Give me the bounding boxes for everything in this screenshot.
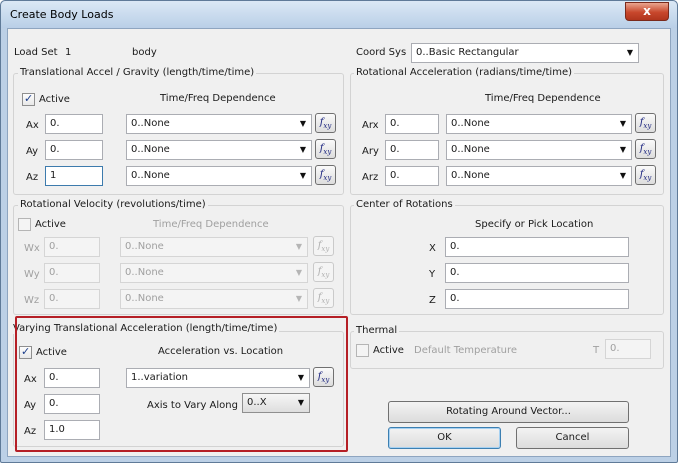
wz-label: Wz (24, 295, 40, 306)
center-z-input[interactable]: 0. (445, 289, 629, 309)
translational-dependence-header: Time/Freq Dependence (160, 93, 276, 104)
ok-button[interactable]: OK (388, 427, 501, 449)
ay-dependence-value: 0..None (131, 144, 170, 155)
translational-active-checkbox[interactable] (22, 92, 35, 106)
thermal-title: Thermal (354, 325, 400, 336)
coord-sys-value: 0..Basic Rectangular (416, 47, 519, 58)
center-of-rotations-title: Center of Rotations (354, 199, 455, 210)
rotational-accel-title: Rotational Acceleration (radians/time/ti… (354, 67, 574, 78)
wx-dependence-select[interactable]: 0..None ▼ (120, 237, 308, 257)
function-xy-icon[interactable]: fxy (635, 165, 656, 185)
ay-input[interactable]: 0. (45, 140, 103, 160)
coord-sys-select[interactable]: 0..Basic Rectangular ▼ (411, 43, 639, 63)
center-x-input[interactable]: 0. (445, 237, 629, 257)
center-y-input[interactable]: 0. (445, 263, 629, 283)
ax-input[interactable]: 0. (45, 114, 103, 134)
az-label: Az (26, 172, 39, 183)
arz-label: Arz (362, 172, 379, 183)
ary-dependence-select[interactable]: 0..None ▼ (446, 140, 632, 160)
wy-dependence-select[interactable]: 0..None ▼ (120, 263, 308, 283)
close-button[interactable]: x (625, 2, 669, 21)
wy-label: Wy (24, 269, 40, 280)
temperature-t-label: T (593, 345, 600, 356)
coord-sys-label: Coord Sys (356, 47, 407, 58)
temperature-input[interactable]: 0. (605, 339, 651, 359)
ary-dependence-value: 0..None (451, 144, 490, 155)
function-xy-icon[interactable]: fxy (315, 139, 336, 159)
ax-label: Ax (26, 120, 39, 131)
center-x-label: X (429, 243, 436, 254)
function-xy-icon[interactable]: fxy (315, 165, 336, 185)
chevron-down-icon: ▼ (299, 171, 306, 180)
arz-dependence-value: 0..None (451, 170, 490, 181)
az-dependence-value: 0..None (131, 170, 170, 181)
wz-input[interactable]: 0. (44, 289, 100, 309)
arx-label: Arx (362, 120, 379, 131)
cancel-button[interactable]: Cancel (516, 427, 629, 449)
arx-dependence-value: 0..None (451, 118, 490, 129)
wx-dependence-value: 0..None (125, 241, 164, 252)
chevron-down-icon: ▼ (295, 268, 302, 277)
arx-input[interactable]: 0. (385, 114, 439, 134)
wy-input[interactable]: 0. (44, 263, 100, 283)
rotational-velocity-active-checkbox[interactable] (18, 218, 31, 231)
rotational-velocity-dependence-header: Time/Freq Dependence (153, 219, 269, 230)
chevron-down-icon: ▼ (295, 242, 302, 251)
rotating-around-vector-button[interactable]: Rotating Around Vector... (388, 401, 629, 423)
highlight-box (15, 316, 348, 452)
ay-dependence-select[interactable]: 0..None ▼ (126, 140, 312, 160)
load-set-name: body (132, 47, 157, 58)
chevron-down-icon: ▼ (299, 145, 306, 154)
ax-dependence-select[interactable]: 0..None ▼ (126, 114, 312, 134)
arz-input[interactable]: 0. (385, 166, 439, 186)
wz-dependence-select[interactable]: 0..None ▼ (120, 289, 308, 309)
thermal-active-checkbox[interactable] (356, 344, 369, 357)
chevron-down-icon: ▼ (295, 294, 302, 303)
dialog-body: Load Set 1 body Coord Sys 0..Basic Recta… (7, 28, 671, 457)
rotational-velocity-active-label: Active (35, 219, 66, 230)
load-set-id: 1 (65, 47, 72, 58)
ary-label: Ary (362, 146, 379, 157)
ary-input[interactable]: 0. (385, 140, 439, 160)
wz-dependence-value: 0..None (125, 293, 164, 304)
az-input[interactable]: 1 (45, 166, 103, 186)
dialog-window: Create Body Loads x Load Set 1 body Coor… (0, 0, 678, 463)
ay-label: Ay (26, 146, 39, 157)
rotational-velocity-title: Rotational Velocity (revolutions/time) (18, 199, 208, 210)
load-set-label: Load Set (14, 47, 58, 58)
chevron-down-icon: ▼ (626, 48, 633, 57)
chevron-down-icon: ▼ (619, 119, 626, 128)
wx-input[interactable]: 0. (44, 237, 100, 257)
chevron-down-icon: ▼ (299, 119, 306, 128)
function-xy-icon[interactable]: fxy (313, 288, 334, 308)
chevron-down-icon: ▼ (619, 171, 626, 180)
function-xy-icon[interactable]: fxy (313, 236, 334, 256)
default-temperature-label: Default Temperature (414, 345, 518, 356)
chevron-down-icon: ▼ (619, 145, 626, 154)
center-z-label: Z (429, 295, 436, 306)
title-bar[interactable]: Create Body Loads x (1, 1, 677, 28)
az-dependence-select[interactable]: 0..None ▼ (126, 166, 312, 186)
wy-dependence-value: 0..None (125, 267, 164, 278)
thermal-active-label: Active (373, 345, 404, 356)
translational-active-label: Active (39, 94, 70, 105)
function-xy-icon[interactable]: fxy (313, 262, 334, 282)
rotational-dependence-header: Time/Freq Dependence (485, 93, 601, 104)
arz-dependence-select[interactable]: 0..None ▼ (446, 166, 632, 186)
translational-title: Translational Accel / Gravity (length/ti… (18, 67, 257, 78)
center-y-label: Y (429, 269, 436, 280)
arx-dependence-select[interactable]: 0..None ▼ (446, 114, 632, 134)
function-xy-icon[interactable]: fxy (635, 113, 656, 133)
function-xy-icon[interactable]: fxy (635, 139, 656, 159)
ax-dependence-value: 0..None (131, 118, 170, 129)
function-xy-icon[interactable]: fxy (315, 113, 336, 133)
wx-label: Wx (24, 243, 40, 254)
window-title: Create Body Loads (10, 8, 114, 21)
center-hint: Specify or Pick Location (475, 219, 594, 230)
